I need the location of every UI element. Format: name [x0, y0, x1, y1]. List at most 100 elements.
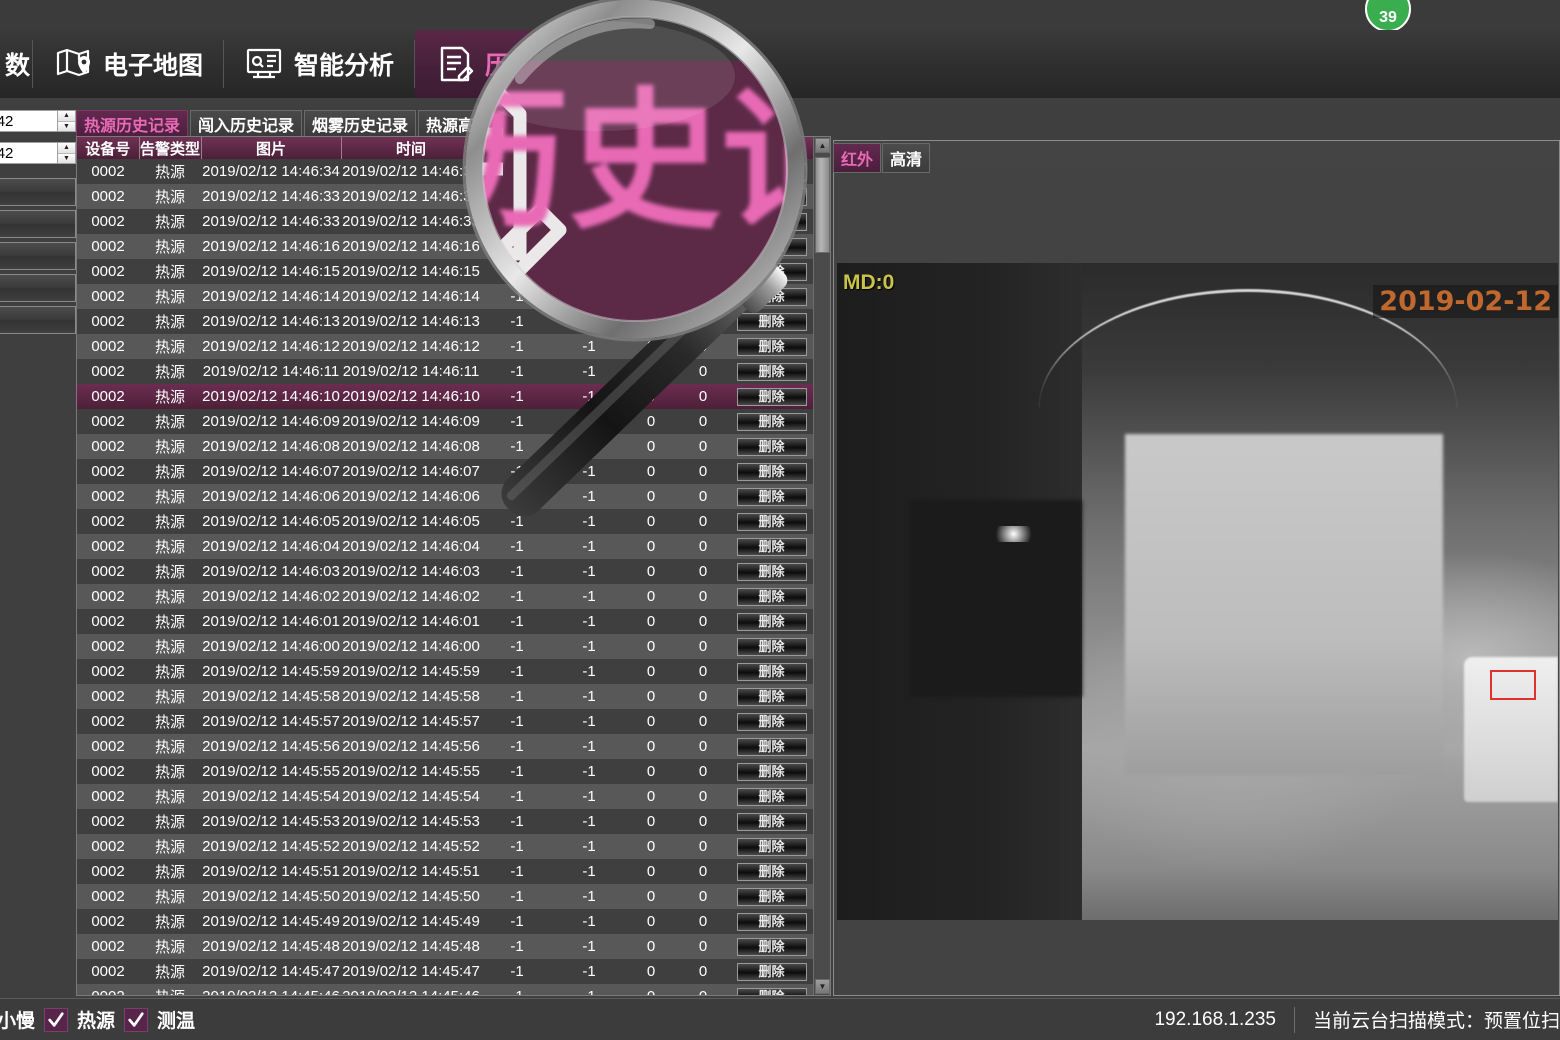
table-row[interactable]: 0002 热源 2019/02/12 14:46:12 2019/02/12 14:4…: [77, 334, 814, 359]
table-row[interactable]: 0002 热源 2019/02/12 14:45:59 2019/02/12 14:4…: [77, 659, 814, 684]
tab-infrared[interactable]: 红外: [833, 143, 882, 173]
table-row[interactable]: 0002 热源 2019/02/12 14:46:33 2019/02/12 14:4…: [77, 184, 814, 209]
table-row[interactable]: 0002 热源 2019/02/12 14:46:08 2019/02/12 14:4…: [77, 434, 814, 459]
nav-item-electronic-map[interactable]: 电子地图: [33, 30, 223, 98]
scroll-down-icon[interactable]: ▼: [815, 979, 830, 994]
tab-heat-source-history[interactable]: 热源历史记录: [76, 110, 189, 136]
delete-button[interactable]: 删除: [736, 637, 807, 656]
table-row[interactable]: 0002 热源 2019/02/12 14:46:11 2019/02/12 14:4…: [77, 359, 814, 384]
column-header-picture[interactable]: 图片: [201, 137, 342, 159]
delete-button[interactable]: 删除: [736, 987, 807, 995]
delete-button[interactable]: 删除: [736, 962, 807, 981]
table-row[interactable]: 0002 热源 2019/02/12 14:46:01 2019/02/12 14:4…: [77, 609, 814, 634]
delete-button[interactable]: 删除: [736, 587, 807, 606]
table-row[interactable]: 0002 热源 2019/02/12 14:45:49 2019/02/12 14:4…: [77, 909, 814, 934]
delete-button[interactable]: 删除: [736, 887, 807, 906]
table-row[interactable]: 0002 热源 2019/02/12 14:46:33 2019/02/12 14:4…: [77, 209, 814, 234]
stepper-up-icon[interactable]: ▲: [58, 143, 75, 154]
column-header-operation[interactable]: [729, 137, 815, 159]
delete-button[interactable]: 删除: [736, 512, 807, 531]
delete-button[interactable]: 删除: [736, 487, 807, 506]
left-panel-button[interactable]: [0, 178, 76, 206]
delete-button[interactable]: 删除: [736, 387, 807, 406]
left-panel-button[interactable]: [0, 306, 76, 334]
delete-button[interactable]: 删除: [736, 912, 807, 931]
table-row[interactable]: 0002 热源 2019/02/12 14:45:48 2019/02/12 14:4…: [77, 934, 814, 959]
table-row[interactable]: 0002 热源 2019/02/12 14:45:54 2019/02/12 14:4…: [77, 784, 814, 809]
table-row[interactable]: 0002 热源 2019/02/12 14:46:15 2019/02/12 14:4…: [77, 259, 814, 284]
table-row[interactable]: 0002 热源 2019/02/12 14:46:07 2019/02/12 14:4…: [77, 459, 814, 484]
delete-button[interactable]: 删除: [736, 612, 807, 631]
datetime-start-stepper[interactable]: ▲ ▼: [57, 111, 75, 131]
delete-button[interactable]: 删除: [736, 437, 807, 456]
table-row[interactable]: 0002 热源 2019/02/12 14:46:34 2019/02/12 14:4…: [77, 159, 814, 184]
delete-button[interactable]: 删除: [736, 462, 807, 481]
table-row[interactable]: 0002 热源 2019/02/12 14:46:10 2019/02/12 14:4…: [77, 384, 814, 409]
delete-button[interactable]: 删除: [736, 787, 807, 806]
nav-item-truncated-label[interactable]: 数: [0, 30, 32, 98]
delete-button[interactable]: 删除: [736, 187, 807, 206]
table-row[interactable]: 0002 热源 2019/02/12 14:46:03 2019/02/12 14:4…: [77, 559, 814, 584]
tab-smoke-history[interactable]: 烟雾历史记录: [304, 110, 417, 136]
stepper-down-icon[interactable]: ▼: [58, 153, 75, 163]
table-row[interactable]: 0002 热源 2019/02/12 14:45:55 2019/02/12 14:4…: [77, 759, 814, 784]
delete-button[interactable]: 删除: [736, 737, 807, 756]
table-row[interactable]: 0002 热源 2019/02/12 14:45:57 2019/02/12 14:4…: [77, 709, 814, 734]
table-row[interactable]: 0002 热源 2019/02/12 14:45:50 2019/02/12 14:4…: [77, 884, 814, 909]
table-row[interactable]: 0002 热源 2019/02/12 14:45:52 2019/02/12 14:4…: [77, 834, 814, 859]
table-row[interactable]: 0002 热源 2019/02/12 14:46:09 2019/02/12 14:4…: [77, 409, 814, 434]
table-row[interactable]: 0002 热源 2019/02/12 14:45:53 2019/02/12 14:4…: [77, 809, 814, 834]
table-scrollbar[interactable]: ▲ ▼: [813, 137, 830, 995]
nav-item-intelligent-analysis[interactable]: 智能分析: [224, 30, 414, 98]
delete-button[interactable]: 删除: [736, 337, 807, 356]
delete-button[interactable]: 删除: [736, 862, 807, 881]
delete-button[interactable]: 删除: [736, 687, 807, 706]
table-row[interactable]: 0002 热源 2019/02/12 14:46:04 2019/02/12 14:4…: [77, 534, 814, 559]
delete-button[interactable]: 删除: [736, 212, 807, 231]
column-header-extra-3[interactable]: [625, 137, 678, 159]
table-row[interactable]: 0002 热源 2019/02/12 14:46:13 2019/02/12 14:4…: [77, 309, 814, 334]
column-header-alarm-type[interactable]: 告警类型: [139, 137, 202, 159]
column-header-extra-1[interactable]: [481, 137, 554, 159]
delete-button[interactable]: 删除: [736, 237, 807, 256]
delete-button[interactable]: 删除: [736, 262, 807, 281]
column-header-device-no[interactable]: 设备号: [77, 137, 140, 159]
table-row[interactable]: 0002 热源 2019/02/12 14:45:58 2019/02/12 14:4…: [77, 684, 814, 709]
datetime-end-stepper[interactable]: ▲ ▼: [57, 143, 75, 163]
scrollbar-thumb[interactable]: [815, 157, 830, 253]
tab-hd[interactable]: 高清: [882, 143, 931, 173]
checkbox-temperature[interactable]: [124, 1007, 149, 1032]
table-row[interactable]: 0002热源2019/02/12 14:45:462019/02/12 14:4…: [77, 984, 814, 995]
stepper-down-icon[interactable]: ▼: [58, 121, 75, 131]
table-row[interactable]: 0002 热源 2019/02/12 14:46:06 2019/02/12 14:4…: [77, 484, 814, 509]
column-header-extra-2[interactable]: [553, 137, 626, 159]
table-row[interactable]: 0002 热源 2019/02/12 14:46:02 2019/02/12 14:4…: [77, 584, 814, 609]
delete-button[interactable]: 删除: [736, 287, 807, 306]
left-panel-button[interactable]: [0, 274, 76, 302]
delete-button[interactable]: 删除: [736, 412, 807, 431]
table-row[interactable]: 0002 热源 2019/02/12 14:45:56 2019/02/12 14:4…: [77, 734, 814, 759]
delete-button[interactable]: 删除: [736, 712, 807, 731]
left-panel-button[interactable]: [0, 242, 76, 270]
table-row[interactable]: 0002 热源 2019/02/12 14:45:47 2019/02/12 14:4…: [77, 959, 814, 984]
checkbox-heat-source[interactable]: [44, 1007, 69, 1032]
datetime-picker-start[interactable]: 15:30:42 ▲ ▼: [0, 110, 76, 132]
stepper-up-icon[interactable]: ▲: [58, 111, 75, 122]
video-preview-panel[interactable]: MD:0 2019-02-12: [833, 140, 1560, 996]
delete-button[interactable]: 删除: [736, 562, 807, 581]
delete-button[interactable]: 删除: [736, 312, 807, 331]
datetime-picker-end[interactable]: 15:30:42 ▲ ▼: [0, 142, 76, 164]
table-row[interactable]: 0002 热源 2019/02/12 14:46:00 2019/02/12 14:4…: [77, 634, 814, 659]
delete-button[interactable]: 删除: [736, 362, 807, 381]
tab-intrusion-history[interactable]: 闯入历史记录: [190, 110, 303, 136]
table-row[interactable]: 0002 热源 2019/02/12 14:46:16 2019/02/12 14:4…: [77, 234, 814, 259]
delete-button[interactable]: 删除: [736, 162, 807, 181]
delete-button[interactable]: 删除: [736, 837, 807, 856]
delete-button[interactable]: 删除: [736, 537, 807, 556]
nav-item-history-record[interactable]: 历史记录: [415, 30, 606, 98]
table-row[interactable]: 0002 热源 2019/02/12 14:46:05 2019/02/12 14:4…: [77, 509, 814, 534]
column-header-time[interactable]: 时间: [341, 137, 482, 159]
delete-button[interactable]: 删除: [736, 762, 807, 781]
table-row[interactable]: 0002 热源 2019/02/12 14:45:51 2019/02/12 14:4…: [77, 859, 814, 884]
delete-button[interactable]: 删除: [736, 662, 807, 681]
